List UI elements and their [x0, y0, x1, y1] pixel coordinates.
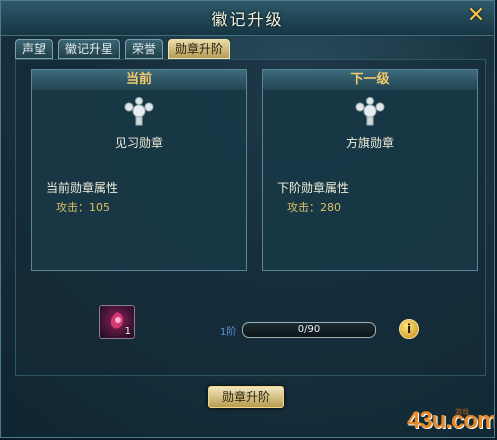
next-attr-title: 下阶勋章属性 — [277, 181, 350, 195]
medal-upgrade-button[interactable]: 勋章升阶 — [208, 386, 284, 408]
info-icon[interactable]: i — [399, 319, 419, 339]
close-icon[interactable]: ✕ — [464, 4, 488, 28]
current-attack-label: 攻击： — [56, 201, 89, 214]
current-attr-title: 当前勋章属性 — [46, 181, 119, 195]
next-medal-panel: 下一级 方旗勋章 下阶勋章属性 攻击：280 — [262, 69, 478, 271]
tab-medal-upgrade[interactable]: 勋章升阶 — [168, 39, 231, 59]
current-attack: 攻击：105 — [56, 199, 110, 215]
current-heading: 当前 — [32, 70, 246, 90]
title-bar: 徽记升级 ✕ — [1, 1, 494, 36]
next-attack-value: 280 — [320, 201, 341, 214]
next-medal-name: 方旗勋章 — [345, 136, 394, 150]
current-attack-value: 105 — [89, 201, 110, 214]
item-count: 1 — [124, 326, 131, 337]
progress-text: 0/90 — [297, 324, 321, 335]
upgrade-progress-bar: 0/90 — [242, 322, 376, 338]
tab-bar: 声望 徽记升星 荣誉 勋章升阶 — [15, 39, 235, 59]
window-title: 徽记升级 — [211, 10, 284, 29]
tab-reputation[interactable]: 声望 — [15, 39, 54, 59]
tab-honor[interactable]: 荣誉 — [125, 39, 164, 59]
current-medal-panel: 当前 见习勋章 当前勋章属性 攻击：105 — [31, 69, 247, 271]
current-medal-name: 见习勋章 — [114, 136, 163, 150]
watermark-sub: 游戏 — [455, 408, 469, 416]
next-attack-label: 攻击： — [287, 201, 320, 214]
site-watermark-logo: 43u.com 游戏 — [407, 403, 494, 434]
medal-icon — [124, 97, 154, 126]
tier-label: 1阶 — [220, 327, 237, 338]
next-heading: 下一级 — [263, 70, 477, 90]
tab-badge-star[interactable]: 徽记升星 — [58, 39, 121, 59]
watermark-text: 43u.com — [407, 407, 495, 434]
next-attack: 攻击：280 — [287, 199, 341, 215]
material-item-slot[interactable]: 1 — [99, 305, 135, 339]
medal-icon — [355, 97, 385, 126]
badge-upgrade-window: 徽记升级 ✕ 声望 徽记升星 荣誉 勋章升阶 当前 见习勋章 当前勋章属性 攻击… — [0, 0, 495, 438]
